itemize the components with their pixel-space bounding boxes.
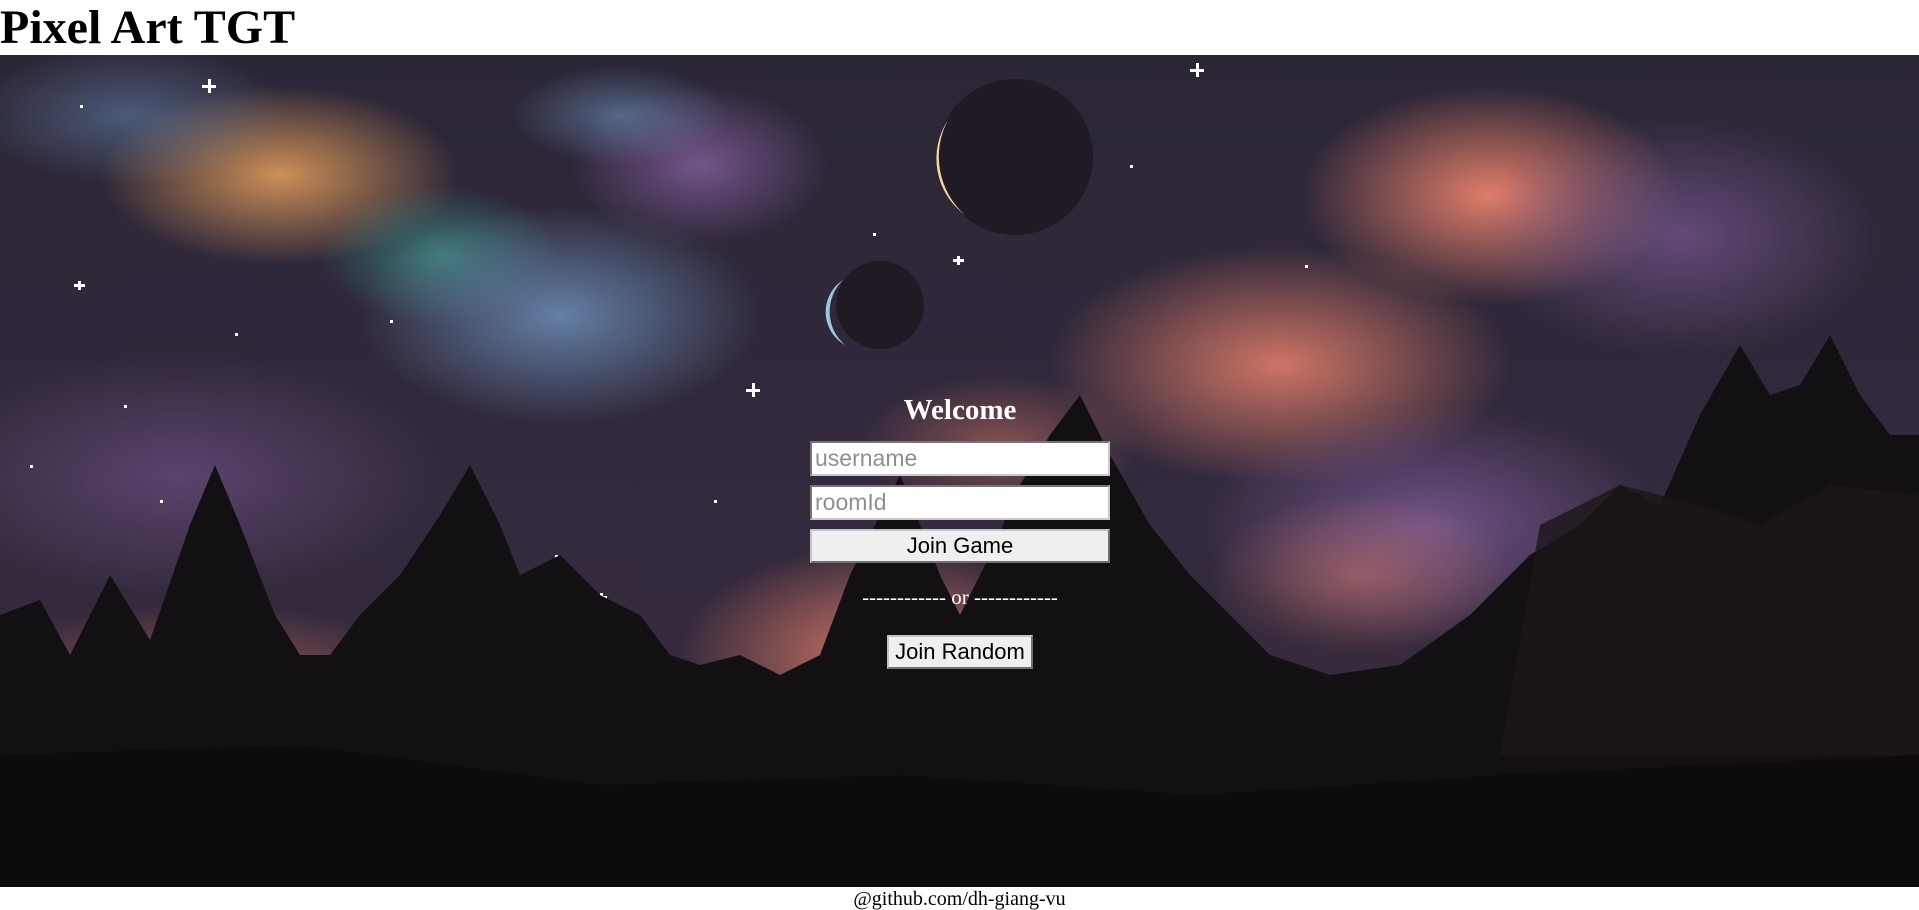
join-random-button[interactable]: Join Random: [887, 635, 1033, 669]
app-title: Pixel Art TGT: [0, 1, 296, 54]
welcome-heading: Welcome: [903, 394, 1017, 426]
username-input[interactable]: [810, 441, 1110, 476]
pixel-night-sky-background: Welcome Join Game ------------ or ------…: [0, 55, 1919, 887]
login-panel: Welcome Join Game ------------ or ------…: [810, 389, 1110, 669]
join-game-button[interactable]: Join Game: [810, 529, 1110, 563]
or-divider: ------------ or ------------: [862, 585, 1058, 609]
roomid-input[interactable]: [810, 485, 1110, 520]
footer-credit: @github.com/dh-giang-vu: [853, 888, 1066, 910]
